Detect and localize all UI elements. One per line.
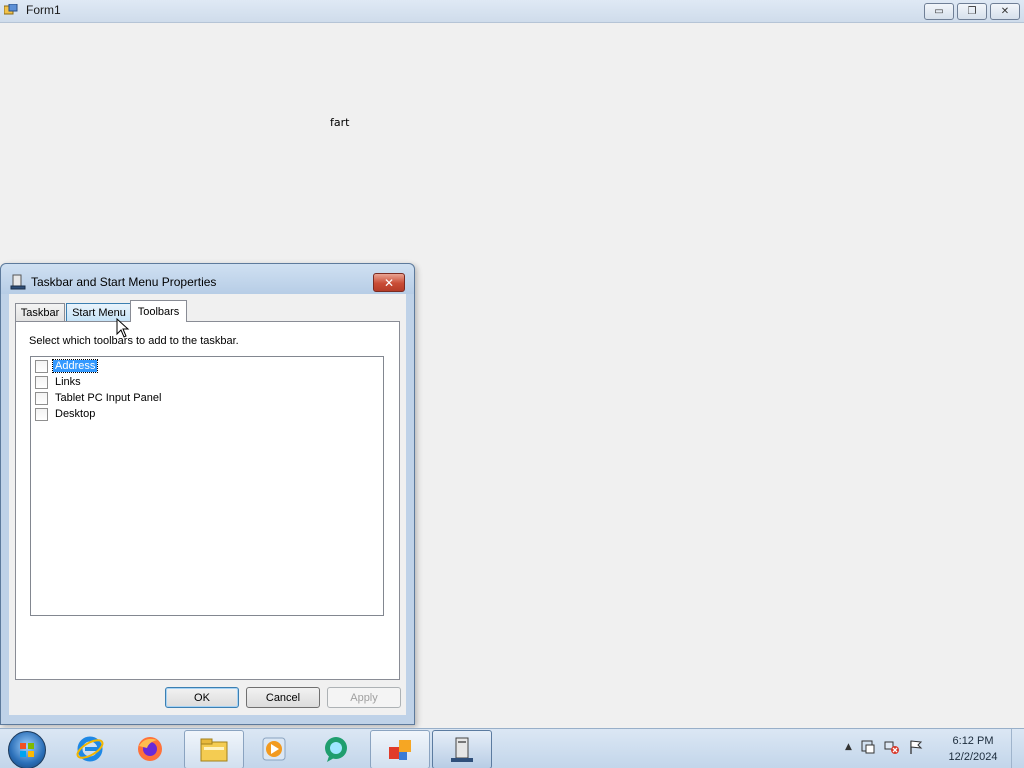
form1-titlebar[interactable]: Form1 ▭ ❐ ✕ — [0, 0, 1024, 23]
file-explorer-icon — [200, 738, 228, 761]
taskbar-item-server-app[interactable] — [432, 730, 492, 768]
cancel-button[interactable]: Cancel — [246, 687, 320, 708]
dialog-close-button[interactable]: ✕ — [373, 273, 405, 292]
tablet-pc-input-panel-checkbox[interactable] — [35, 391, 48, 405]
taskbar-item-chat-app[interactable] — [307, 730, 365, 767]
start-button[interactable] — [8, 731, 46, 768]
list-item[interactable]: Tablet PC Input Panel — [35, 391, 163, 405]
form-app-icon — [4, 4, 18, 15]
windows-taskbar: ▲ 6:12 PM 12/2/2024 — [0, 728, 1024, 768]
toolbars-list[interactable]: Address Links Tablet PC Input Panel Desk… — [30, 356, 384, 616]
desktop-checkbox[interactable] — [35, 407, 48, 421]
tab-taskbar[interactable]: Taskbar — [15, 303, 65, 321]
close-button[interactable]: ✕ — [990, 3, 1020, 20]
restore-button[interactable]: ❐ — [957, 3, 987, 20]
minimize-button[interactable]: ▭ — [924, 3, 954, 20]
taskbar-settings-icon — [10, 274, 26, 290]
dialog-client-area: Taskbar Start Menu Toolbars Select which… — [9, 294, 406, 715]
network-disconnected-icon[interactable] — [884, 739, 900, 755]
office-app-icon — [389, 739, 411, 760]
chat-app-icon — [325, 736, 347, 762]
list-item-label: Desktop — [55, 408, 96, 420]
address-checkbox[interactable] — [35, 359, 48, 373]
toolbars-instruction: Select which toolbars to add to the task… — [29, 335, 239, 347]
form1-caption-buttons: ▭ ❐ ✕ — [924, 3, 1020, 20]
firefox-icon — [138, 736, 162, 761]
mouse-cursor-icon — [116, 318, 130, 338]
flag-icon[interactable] — [908, 739, 924, 755]
taskbar-item-internet-explorer[interactable] — [61, 730, 119, 767]
taskbar-item-media-player[interactable] — [245, 730, 303, 767]
system-tray: ▲ — [845, 739, 924, 755]
list-item-label: Address — [51, 359, 99, 373]
list-item[interactable]: Address — [35, 359, 99, 373]
toolbars-tab-panel: Select which toolbars to add to the task… — [15, 321, 400, 680]
windows-logo-icon — [20, 743, 34, 757]
taskbar-item-office-app[interactable] — [370, 730, 430, 768]
dialog-title: Taskbar and Start Menu Properties — [31, 275, 217, 289]
list-item[interactable]: Desktop — [35, 407, 97, 421]
action-center-icon[interactable] — [860, 739, 876, 755]
clock-date: 12/2/2024 — [948, 751, 998, 763]
dialog-titlebar[interactable]: Taskbar and Start Menu Properties ✕ — [1, 264, 414, 294]
clock-time: 6:12 PM — [952, 735, 994, 747]
media-player-icon — [262, 737, 286, 760]
form1-label: fart — [330, 116, 350, 129]
show-desktop-button[interactable] — [1011, 729, 1024, 768]
show-hidden-icons-icon[interactable]: ▲ — [845, 742, 852, 752]
links-checkbox[interactable] — [35, 375, 48, 389]
apply-button[interactable]: Apply — [327, 687, 401, 708]
taskbar-item-firefox[interactable] — [121, 730, 179, 767]
list-item-label: Tablet PC Input Panel — [55, 392, 162, 404]
ok-button[interactable]: OK — [165, 687, 239, 708]
taskbar-item-file-explorer[interactable] — [184, 730, 244, 768]
taskbar-properties-dialog: Taskbar and Start Menu Properties ✕ Task… — [0, 263, 415, 725]
list-item-label: Links — [55, 376, 81, 388]
taskbar-clock[interactable]: 6:12 PM 12/2/2024 — [940, 733, 1006, 765]
list-item[interactable]: Links — [35, 375, 83, 389]
tab-toolbars[interactable]: Toolbars — [130, 300, 187, 322]
internet-explorer-icon — [76, 736, 104, 761]
server-app-icon — [451, 737, 473, 762]
form1-title: Form1 — [26, 3, 61, 17]
